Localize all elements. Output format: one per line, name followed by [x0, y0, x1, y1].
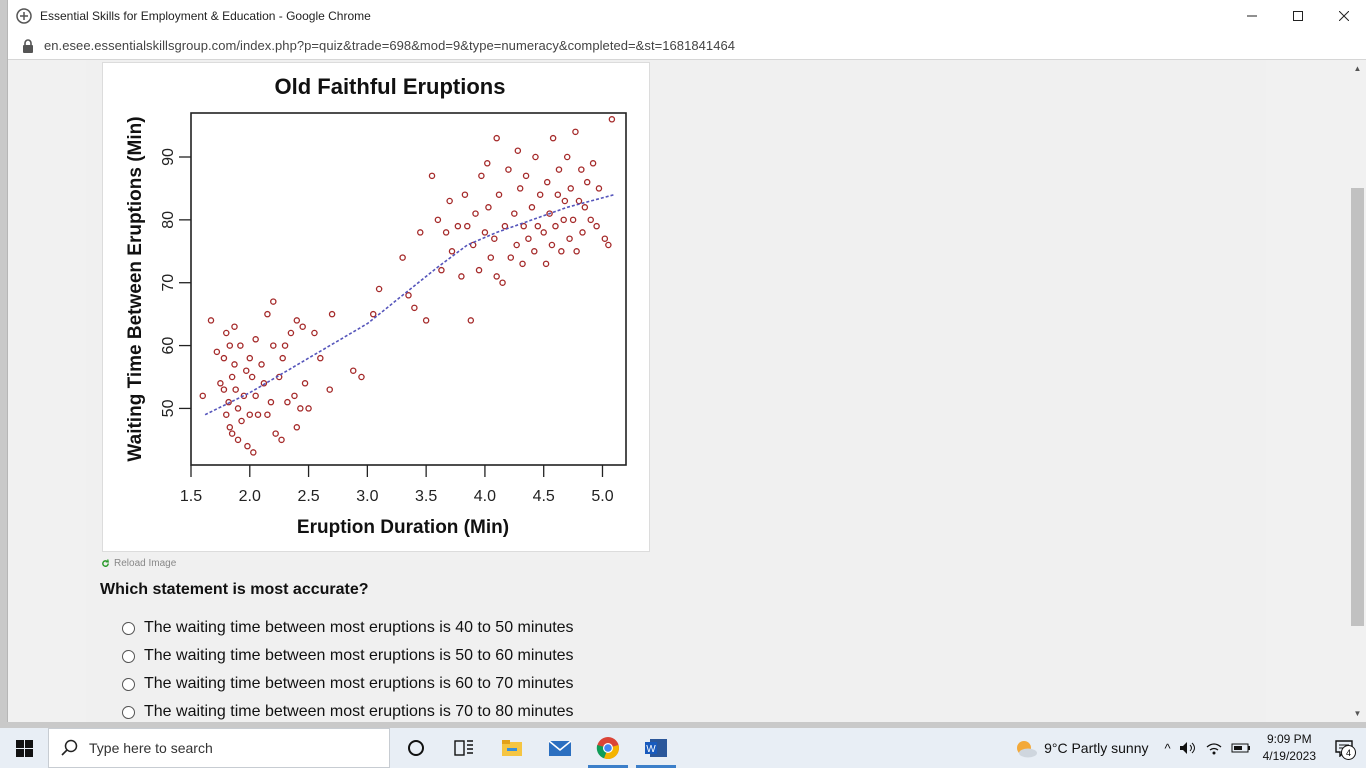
- scroll-down-icon[interactable]: ▼: [1348, 705, 1366, 722]
- clock[interactable]: 9:09 PM 4/19/2023: [1263, 731, 1316, 765]
- x-tick-label: 2.0: [239, 488, 261, 505]
- x-tick-label: 4.5: [533, 488, 555, 505]
- option-label[interactable]: The waiting time between most eruptions …: [144, 703, 574, 721]
- notification-center-button[interactable]: 4: [1330, 728, 1358, 768]
- answer-option-2[interactable]: The waiting time between most eruptions …: [122, 642, 574, 670]
- maximize-button[interactable]: [1275, 0, 1321, 32]
- cortana-icon: [408, 740, 424, 756]
- option-label[interactable]: The waiting time between most eruptions …: [144, 619, 574, 637]
- x-tick-label: 4.0: [474, 488, 496, 505]
- battery-icon[interactable]: [1231, 742, 1251, 754]
- answer-options: The waiting time between most eruptions …: [122, 614, 574, 722]
- system-tray: 9°C Partly sunny ^ 9:09 PM 4/19/2023 4: [1014, 728, 1366, 768]
- svg-text:W: W: [646, 744, 656, 755]
- scroll-thumb[interactable]: [1351, 188, 1364, 626]
- option-label[interactable]: The waiting time between most eruptions …: [144, 647, 574, 665]
- tray-icons: ^: [1165, 741, 1251, 756]
- address-bar[interactable]: en.esee.essentialskillsgroup.com/index.p…: [8, 32, 1366, 60]
- question-text: Which statement is most accurate?: [100, 581, 369, 598]
- windows-logo-icon: [15, 739, 33, 757]
- y-tick-label: 70: [160, 274, 177, 292]
- minimize-button[interactable]: [1229, 0, 1275, 32]
- radio-button[interactable]: [122, 677, 135, 691]
- content-column: Old Faithful Eruptions 1.5 2.0 2.5 3.0 3.5 4.0…: [86, 60, 1266, 722]
- y-tick-label: 80: [160, 211, 177, 229]
- network-icon[interactable]: [1205, 741, 1223, 755]
- taskbar: Type here to search W 9°C Partly sunny ^…: [0, 728, 1366, 768]
- close-button[interactable]: [1321, 0, 1366, 32]
- site-favicon-icon: [16, 8, 32, 24]
- window-title: Essential Skills for Employment & Educat…: [40, 9, 371, 23]
- reload-icon: [102, 559, 109, 567]
- title-bar: Essential Skills for Employment & Educat…: [8, 0, 1366, 32]
- answer-option-4[interactable]: The waiting time between most eruptions …: [122, 698, 574, 722]
- cortana-button[interactable]: [392, 728, 440, 768]
- clock-time: 9:09 PM: [1266, 732, 1312, 746]
- radio-button[interactable]: [122, 621, 135, 635]
- close-icon: [1339, 11, 1349, 21]
- folder-icon: [502, 740, 522, 756]
- weather-widget[interactable]: 9°C Partly sunny: [1014, 738, 1149, 758]
- mail-icon: [548, 740, 572, 756]
- y-tick-label: 50: [160, 399, 177, 417]
- reload-image-link[interactable]: Reload Image: [101, 558, 176, 569]
- radio-button[interactable]: [122, 705, 135, 719]
- x-tick-label: 3.0: [356, 488, 378, 505]
- chrome-button[interactable]: [584, 728, 632, 768]
- search-icon: [61, 739, 78, 756]
- notification-count: 4: [1341, 745, 1356, 760]
- word-icon: W: [645, 739, 667, 757]
- task-view-button[interactable]: [440, 728, 488, 768]
- window-controls: [1229, 0, 1366, 32]
- taskbar-search-box[interactable]: Type here to search: [48, 728, 390, 768]
- option-label[interactable]: The waiting time between most eruptions …: [144, 675, 574, 693]
- browser-window: Essential Skills for Employment & Educat…: [7, 0, 1366, 722]
- answer-option-3[interactable]: The waiting time between most eruptions …: [122, 670, 574, 698]
- task-view-icon: [454, 740, 473, 756]
- radio-button[interactable]: [122, 649, 135, 663]
- lock-icon: [23, 38, 33, 53]
- reload-image-label[interactable]: Reload Image: [114, 558, 176, 569]
- x-tick-label: 2.5: [297, 488, 319, 505]
- page-viewport: Old Faithful Eruptions 1.5 2.0 2.5 3.0 3.5 4.0…: [8, 60, 1348, 722]
- x-axis-label: Eruption Duration (Min): [297, 517, 509, 538]
- x-tick-label: 5.0: [591, 488, 613, 505]
- clock-date: 4/19/2023: [1262, 749, 1316, 763]
- chrome-icon: [596, 737, 619, 760]
- chevron-up-icon[interactable]: ^: [1165, 741, 1171, 756]
- minimize-icon: [1247, 15, 1257, 17]
- maximize-icon: [1293, 11, 1303, 21]
- weather-text[interactable]: 9°C Partly sunny: [1044, 740, 1148, 756]
- y-tick-label: 90: [160, 148, 177, 166]
- x-tick-label: 3.5: [415, 488, 437, 505]
- x-tick-label: 1.5: [180, 488, 202, 505]
- volume-icon[interactable]: [1179, 741, 1197, 755]
- word-button[interactable]: W: [632, 728, 680, 768]
- mail-button[interactable]: [536, 728, 584, 768]
- start-button[interactable]: [0, 728, 48, 768]
- chart-title: Old Faithful Eruptions: [275, 74, 506, 99]
- vertical-scrollbar[interactable]: ▲ ▼: [1348, 60, 1366, 722]
- search-placeholder[interactable]: Type here to search: [89, 740, 213, 756]
- url-text[interactable]: en.esee.essentialskillsgroup.com/index.p…: [44, 38, 735, 53]
- file-explorer-button[interactable]: [488, 728, 536, 768]
- answer-option-1[interactable]: The waiting time between most eruptions …: [122, 614, 574, 642]
- scroll-up-icon[interactable]: ▲: [1348, 60, 1366, 77]
- y-axis-label: Waiting Time Between Eruptions (Min): [125, 116, 146, 461]
- chart-image: Old Faithful Eruptions 1.5 2.0 2.5 3.0 3.5 4.0…: [102, 62, 650, 552]
- y-tick-label: 60: [160, 337, 177, 355]
- partly-sunny-icon: [1017, 741, 1038, 758]
- scatter-chart: Old Faithful Eruptions 1.5 2.0 2.5 3.0 3.5 4.0…: [125, 74, 627, 538]
